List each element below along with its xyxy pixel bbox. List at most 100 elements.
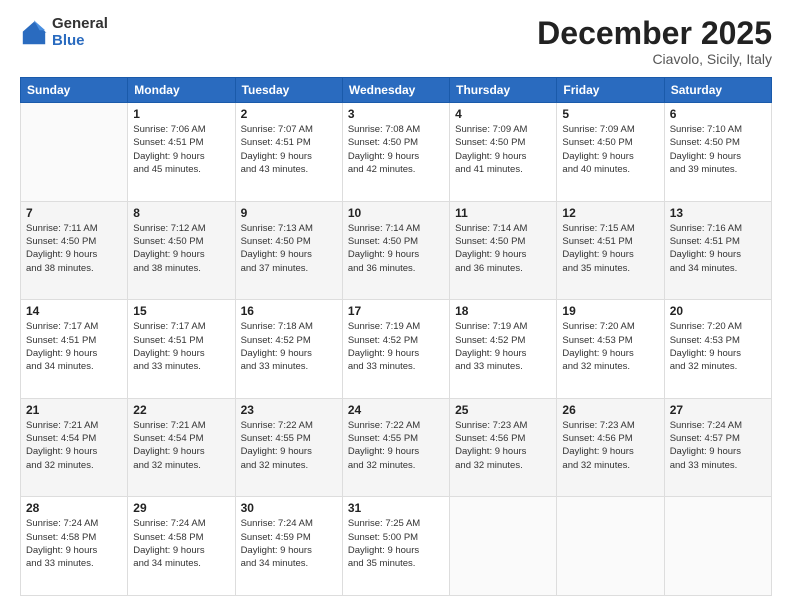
day-number: 24 (348, 403, 444, 417)
calendar-week-4: 28 Sunrise: 7:24 AMSunset: 4:58 PMDayligh… (21, 497, 772, 596)
day-info: Sunrise: 7:14 AMSunset: 4:50 PMDaylight:… (455, 222, 551, 275)
day-number: 19 (562, 304, 658, 318)
day-number: 23 (241, 403, 337, 417)
day-info: Sunrise: 7:19 AMSunset: 4:52 PMDaylight:… (348, 320, 444, 373)
weekday-header-thursday: Thursday (450, 78, 557, 103)
calendar-cell: 27Sunrise: 7:24 AMSunset: 4:57 PMDayligh… (664, 398, 771, 497)
logo-text: General Blue (52, 16, 108, 49)
day-info: Sunrise: 7:17 AMSunset: 4:51 PMDaylight:… (133, 320, 229, 373)
calendar-cell: 15Sunrise: 7:17 AMSunset: 4:51 PMDayligh… (128, 300, 235, 399)
day-number: 26 (562, 403, 658, 417)
logo-blue-label: Blue (52, 33, 108, 50)
day-number: 12 (562, 206, 658, 220)
calendar-cell: 8 Sunrise: 7:12 AMSunset: 4:50 PMDaylight… (128, 201, 235, 300)
weekday-header-saturday: Saturday (664, 78, 771, 103)
logo-icon (20, 19, 48, 47)
day-info: Sunrise: 7:23 AMSunset: 4:56 PMDaylight:… (562, 419, 658, 472)
day-info: Sunrise: 7:20 AMSunset: 4:53 PMDaylight:… (562, 320, 658, 373)
calendar-week-1: 7Sunrise: 7:11 AMSunset: 4:50 PMDaylight… (21, 201, 772, 300)
day-number: 28 (26, 501, 122, 515)
day-number: 5 (562, 107, 658, 121)
day-info: Sunrise: 7:09 AMSunset: 4:50 PMDaylight:… (455, 123, 551, 176)
calendar-cell: 12 Sunrise: 7:15 AMSunset: 4:51 PMDayligh… (557, 201, 664, 300)
day-number: 17 (348, 304, 444, 318)
page: General Blue December 2025 Ciavolo, Sici… (0, 0, 792, 612)
day-number: 7 (26, 206, 122, 220)
calendar-cell: 2 Sunrise: 7:07 AMSunset: 4:51 PMDaylight… (235, 103, 342, 202)
month-title: December 2025 (537, 16, 772, 51)
day-number: 14 (26, 304, 122, 318)
day-info: Sunrise: 7:22 AMSunset: 4:55 PMDaylight:… (348, 419, 444, 472)
calendar-cell: 11 Sunrise: 7:14 AMSunset: 4:50 PMDayligh… (450, 201, 557, 300)
calendar-cell: 22 Sunrise: 7:21 AMSunset: 4:54 PMDayligh… (128, 398, 235, 497)
calendar-table: SundayMondayTuesdayWednesdayThursdayFrid… (20, 77, 772, 596)
day-info: Sunrise: 7:12 AMSunset: 4:50 PMDaylight:… (133, 222, 229, 275)
calendar-cell: 18 Sunrise: 7:19 AMSunset: 4:52 PMDayligh… (450, 300, 557, 399)
calendar-cell: 30Sunrise: 7:24 AMSunset: 4:59 PMDayligh… (235, 497, 342, 596)
calendar-cell: 4 Sunrise: 7:09 AMSunset: 4:50 PMDaylight… (450, 103, 557, 202)
day-number: 18 (455, 304, 551, 318)
day-info: Sunrise: 7:24 AMSunset: 4:58 PMDaylight:… (133, 517, 229, 570)
calendar-cell: 21 Sunrise: 7:21 AMSunset: 4:54 PMDayligh… (21, 398, 128, 497)
day-info: Sunrise: 7:06 AMSunset: 4:51 PMDaylight:… (133, 123, 229, 176)
calendar-cell: 31 Sunrise: 7:25 AMSunset: 5:00 PMDayligh… (342, 497, 449, 596)
calendar-cell: 14 Sunrise: 7:17 AMSunset: 4:51 PMDayligh… (21, 300, 128, 399)
calendar-cell: 20 Sunrise: 7:20 AMSunset: 4:53 PMDayligh… (664, 300, 771, 399)
day-info: Sunrise: 7:22 AMSunset: 4:55 PMDaylight:… (241, 419, 337, 472)
day-info: Sunrise: 7:16 AMSunset: 4:51 PMDaylight:… (670, 222, 766, 275)
day-info: Sunrise: 7:19 AMSunset: 4:52 PMDaylight:… (455, 320, 551, 373)
day-number: 6 (670, 107, 766, 121)
day-info: Sunrise: 7:21 AMSunset: 4:54 PMDaylight:… (133, 419, 229, 472)
calendar-cell: 9Sunrise: 7:13 AMSunset: 4:50 PMDaylight… (235, 201, 342, 300)
day-info: Sunrise: 7:24 AMSunset: 4:59 PMDaylight:… (241, 517, 337, 570)
day-info: Sunrise: 7:20 AMSunset: 4:53 PMDaylight:… (670, 320, 766, 373)
weekday-header-row: SundayMondayTuesdayWednesdayThursdayFrid… (21, 78, 772, 103)
weekday-header-tuesday: Tuesday (235, 78, 342, 103)
title-block: December 2025 Ciavolo, Sicily, Italy (537, 16, 772, 67)
calendar-cell (557, 497, 664, 596)
calendar-cell (664, 497, 771, 596)
day-number: 31 (348, 501, 444, 515)
day-info: Sunrise: 7:08 AMSunset: 4:50 PMDaylight:… (348, 123, 444, 176)
day-info: Sunrise: 7:07 AMSunset: 4:51 PMDaylight:… (241, 123, 337, 176)
day-info: Sunrise: 7:15 AMSunset: 4:51 PMDaylight:… (562, 222, 658, 275)
day-info: Sunrise: 7:24 AMSunset: 4:58 PMDaylight:… (26, 517, 122, 570)
calendar-cell: 29 Sunrise: 7:24 AMSunset: 4:58 PMDayligh… (128, 497, 235, 596)
header: General Blue December 2025 Ciavolo, Sici… (20, 16, 772, 67)
day-number: 11 (455, 206, 551, 220)
day-info: Sunrise: 7:21 AMSunset: 4:54 PMDaylight:… (26, 419, 122, 472)
calendar-week-0: 1Sunrise: 7:06 AMSunset: 4:51 PMDaylight… (21, 103, 772, 202)
day-number: 8 (133, 206, 229, 220)
calendar-cell: 25Sunrise: 7:23 AMSunset: 4:56 PMDayligh… (450, 398, 557, 497)
calendar-cell: 26 Sunrise: 7:23 AMSunset: 4:56 PMDayligh… (557, 398, 664, 497)
location-title: Ciavolo, Sicily, Italy (537, 51, 772, 67)
weekday-header-monday: Monday (128, 78, 235, 103)
day-number: 4 (455, 107, 551, 121)
day-number: 21 (26, 403, 122, 417)
day-number: 2 (241, 107, 337, 121)
calendar-cell: 7Sunrise: 7:11 AMSunset: 4:50 PMDaylight… (21, 201, 128, 300)
day-info: Sunrise: 7:18 AMSunset: 4:52 PMDaylight:… (241, 320, 337, 373)
day-number: 20 (670, 304, 766, 318)
day-info: Sunrise: 7:17 AMSunset: 4:51 PMDaylight:… (26, 320, 122, 373)
day-number: 25 (455, 403, 551, 417)
calendar-cell: 5 Sunrise: 7:09 AMSunset: 4:50 PMDaylight… (557, 103, 664, 202)
calendar-cell: 1Sunrise: 7:06 AMSunset: 4:51 PMDaylight… (128, 103, 235, 202)
day-number: 10 (348, 206, 444, 220)
day-number: 13 (670, 206, 766, 220)
calendar-cell: 10 Sunrise: 7:14 AMSunset: 4:50 PMDayligh… (342, 201, 449, 300)
logo: General Blue (20, 16, 108, 49)
calendar-cell (450, 497, 557, 596)
day-info: Sunrise: 7:09 AMSunset: 4:50 PMDaylight:… (562, 123, 658, 176)
calendar-week-2: 14 Sunrise: 7:17 AMSunset: 4:51 PMDayligh… (21, 300, 772, 399)
calendar-cell: 13 Sunrise: 7:16 AMSunset: 4:51 PMDayligh… (664, 201, 771, 300)
day-info: Sunrise: 7:14 AMSunset: 4:50 PMDaylight:… (348, 222, 444, 275)
day-number: 22 (133, 403, 229, 417)
day-number: 27 (670, 403, 766, 417)
calendar-cell: 17 Sunrise: 7:19 AMSunset: 4:52 PMDayligh… (342, 300, 449, 399)
weekday-header-wednesday: Wednesday (342, 78, 449, 103)
day-number: 16 (241, 304, 337, 318)
day-number: 29 (133, 501, 229, 515)
calendar-cell: 6Sunrise: 7:10 AMSunset: 4:50 PMDaylight… (664, 103, 771, 202)
day-info: Sunrise: 7:25 AMSunset: 5:00 PMDaylight:… (348, 517, 444, 570)
